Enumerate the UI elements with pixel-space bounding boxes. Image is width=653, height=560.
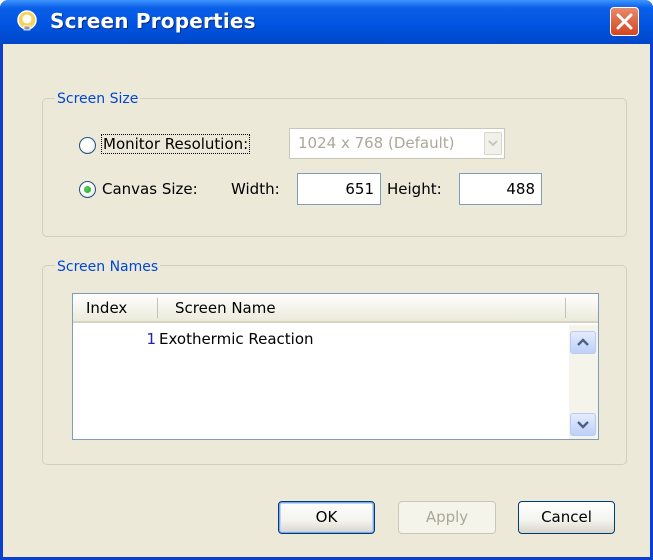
- canvas-size-label[interactable]: Canvas Size:: [102, 180, 198, 198]
- list-header: Index Screen Name: [73, 294, 598, 323]
- scroll-down-button[interactable]: [570, 413, 596, 436]
- window-title: Screen Properties: [50, 9, 256, 33]
- width-label: Width:: [231, 180, 280, 198]
- canvas-size-radio[interactable]: [79, 181, 96, 198]
- monitor-resolution-dropdown[interactable]: 1024 x 768 (Default): [289, 128, 505, 159]
- column-header-index[interactable]: Index: [86, 299, 127, 317]
- screen-properties-dialog: Screen Properties Screen Size Monitor Re…: [0, 0, 653, 560]
- row-index: 1: [146, 330, 156, 348]
- monitor-resolution-label[interactable]: Monitor Resolution:: [101, 134, 251, 154]
- scroll-up-button[interactable]: [570, 331, 596, 354]
- app-icon: [17, 10, 37, 31]
- screen-size-group: [42, 98, 627, 237]
- ok-button[interactable]: OK: [278, 501, 375, 534]
- chevron-down-icon: [488, 140, 498, 147]
- close-icon: [616, 13, 633, 30]
- dropdown-button[interactable]: [484, 132, 502, 155]
- vertical-scrollbar[interactable]: [569, 325, 598, 439]
- dropdown-value: 1024 x 768 (Default): [298, 134, 455, 152]
- screen-names-list[interactable]: Index Screen Name 1 Exothermic Reaction: [72, 293, 599, 440]
- height-field[interactable]: [459, 173, 542, 205]
- title-bar[interactable]: Screen Properties: [0, 0, 653, 44]
- column-divider[interactable]: [157, 298, 158, 318]
- apply-button[interactable]: Apply: [398, 501, 496, 534]
- close-button[interactable]: [610, 7, 639, 36]
- chevron-down-icon: [577, 421, 589, 429]
- chevron-up-icon: [577, 338, 589, 346]
- screen-names-legend: Screen Names: [55, 259, 161, 275]
- width-input[interactable]: [298, 174, 380, 204]
- column-header-screen-name[interactable]: Screen Name: [175, 299, 276, 317]
- column-divider[interactable]: [565, 298, 566, 318]
- cancel-button[interactable]: Cancel: [518, 501, 615, 534]
- monitor-resolution-radio[interactable]: [79, 137, 96, 154]
- height-input[interactable]: [460, 174, 541, 204]
- width-field[interactable]: [297, 173, 381, 205]
- row-screen-name: Exothermic Reaction: [159, 330, 314, 348]
- height-label: Height:: [387, 180, 442, 198]
- screen-size-legend: Screen Size: [55, 91, 141, 107]
